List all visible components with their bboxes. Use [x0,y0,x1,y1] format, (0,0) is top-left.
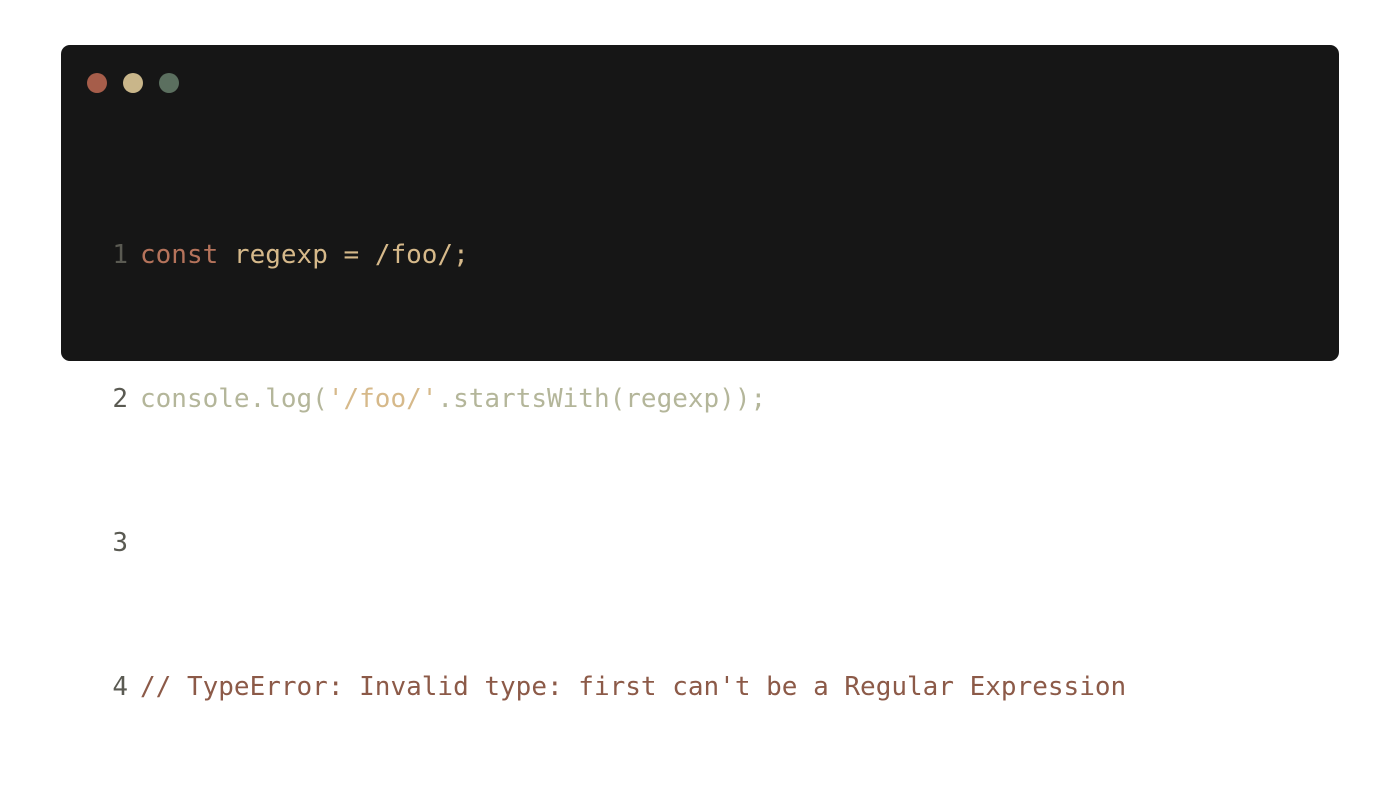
code-line-4: 4 // TypeError: Invalid type: first can't… [106,663,1126,711]
minimize-dot-icon[interactable] [123,73,143,93]
line-number: 2 [112,384,128,414]
line-number: 1 [112,240,128,270]
window-controls [87,73,179,93]
maximize-dot-icon[interactable] [159,73,179,93]
code-token-comment: // TypeError: Invalid type: first can't … [140,672,1127,702]
code-block: 1 const regexp = /foo/; 2 console.log('/fo… [106,135,1126,807]
line-number: 3 [112,528,128,558]
code-token-text: regexp = /foo/; [218,240,469,270]
code-token-string: '/foo/' [327,384,438,414]
line-number: 4 [112,672,128,702]
code-line-1: 1 const regexp = /foo/; [106,231,1126,279]
close-dot-icon[interactable] [87,73,107,93]
code-token-text: .startsWith(regexp)); [437,384,767,414]
code-token-keyword: const [140,240,219,270]
code-token-text: console.log( [140,384,328,414]
code-line-2: 2 console.log('/foo/'.startsWith(regexp))… [106,375,1126,423]
code-line-3: 3 [106,519,1126,567]
code-window: 1 const regexp = /foo/; 2 console.log('/fo… [61,45,1339,702]
